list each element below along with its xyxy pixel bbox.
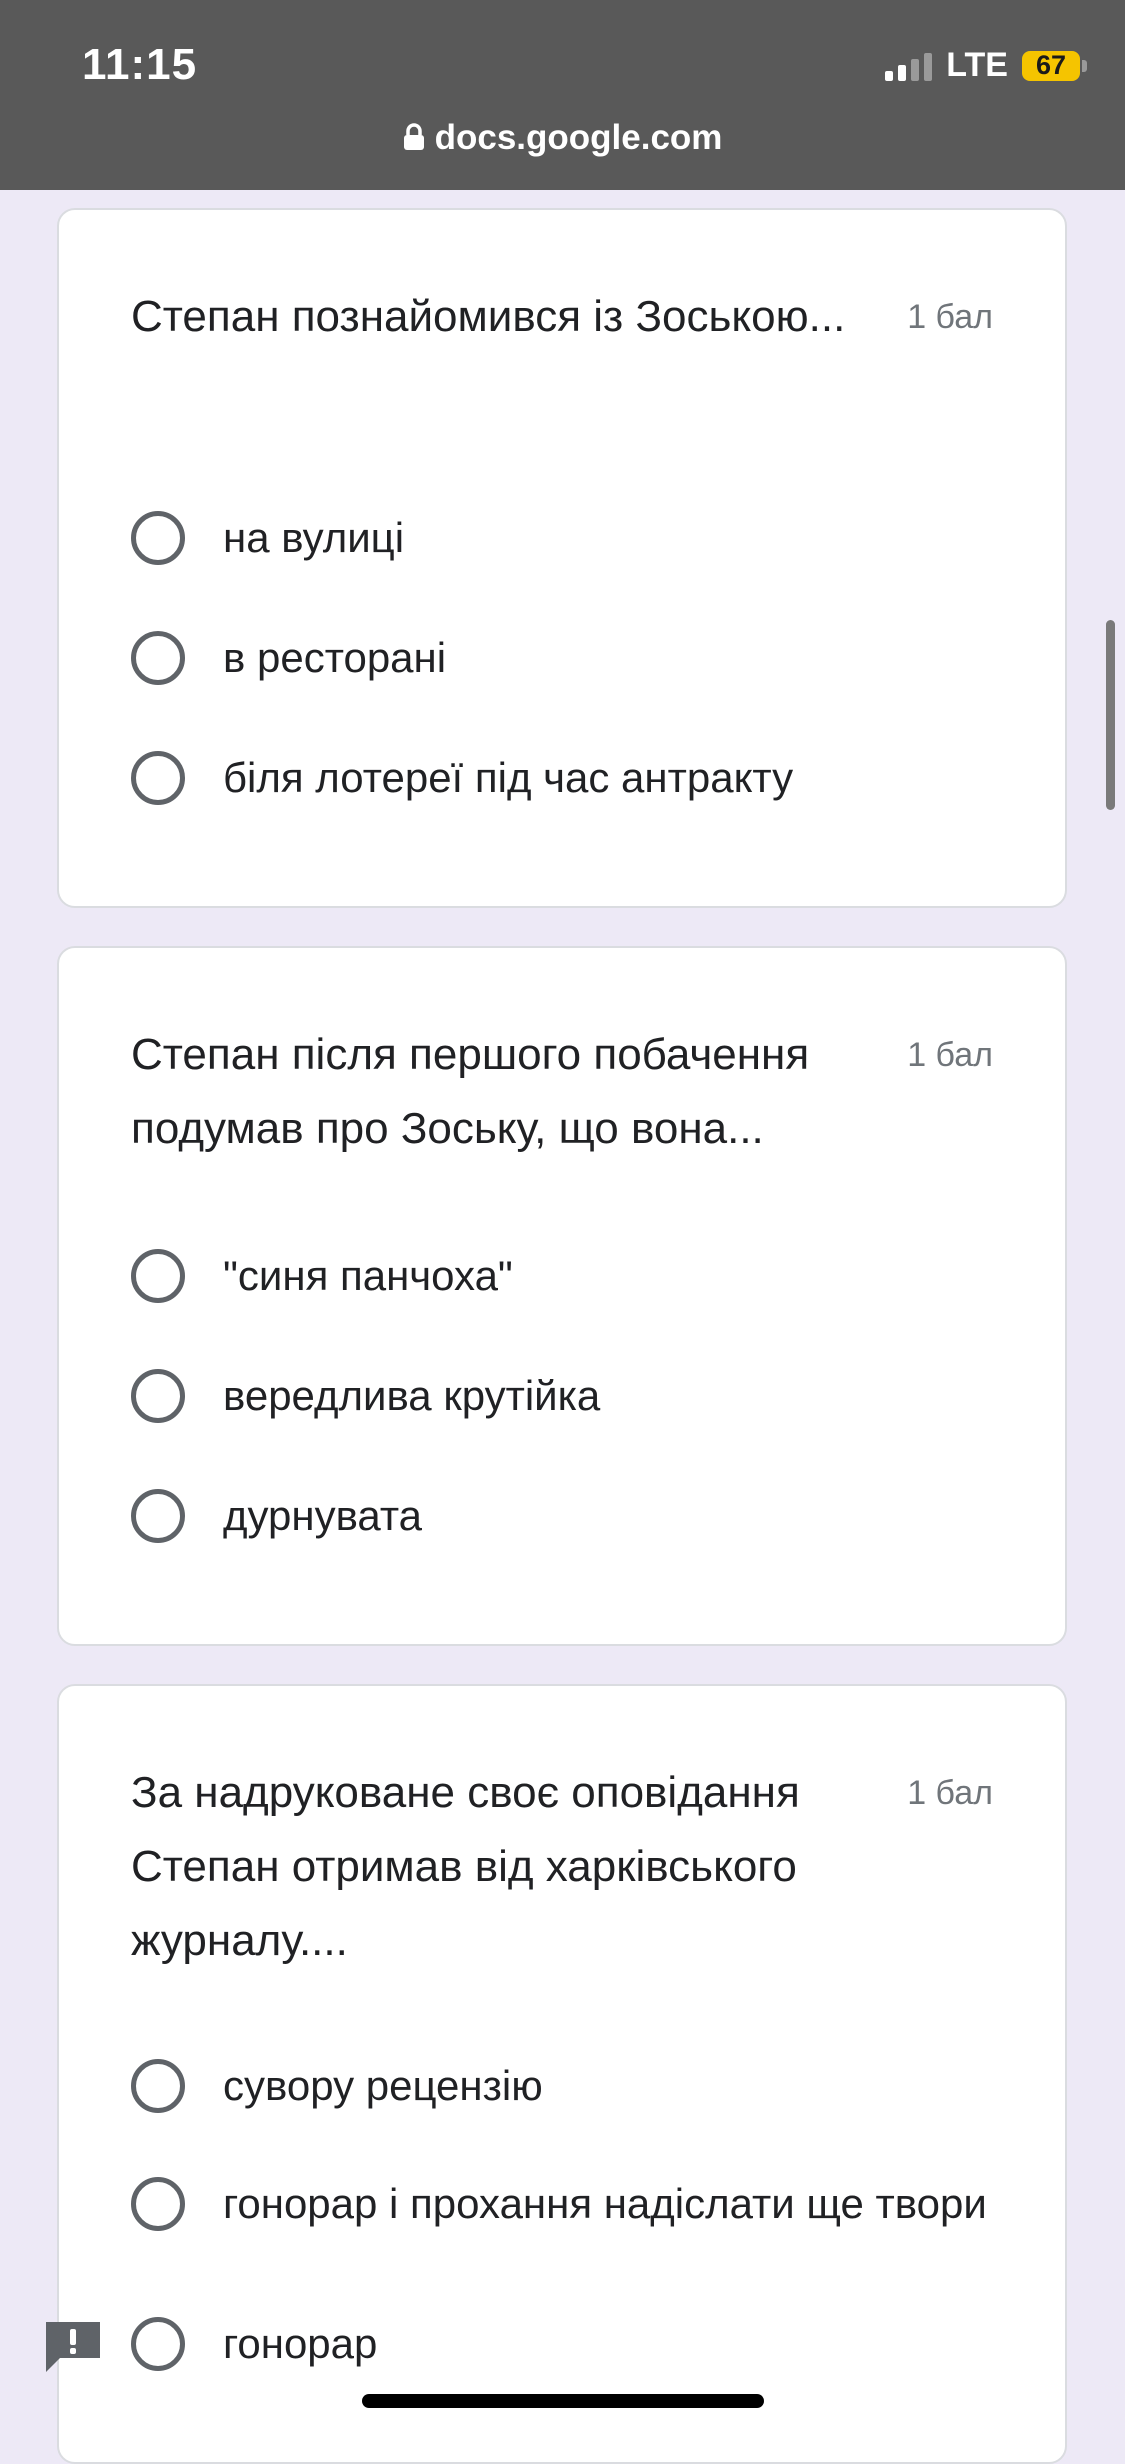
radio-unchecked-icon[interactable] — [131, 1369, 185, 1423]
question-card: Степан познайомився із Зоською... 1 бал … — [57, 208, 1067, 908]
browser-top-bar: 11:15 LTE 67 docs.google.com — [0, 0, 1125, 190]
status-time: 11:15 — [82, 40, 198, 89]
radio-unchecked-icon[interactable] — [131, 751, 185, 805]
answer-option[interactable]: вередлива крутійка — [131, 1366, 991, 1426]
battery-icon: 67 — [1022, 50, 1087, 81]
lock-icon — [403, 120, 425, 160]
radio-unchecked-icon[interactable] — [131, 2059, 185, 2113]
answer-option[interactable]: біля лотереї під час антракту — [131, 748, 991, 808]
network-type: LTE — [946, 46, 1008, 84]
radio-unchecked-icon[interactable] — [131, 1249, 185, 1303]
address-bar[interactable]: docs.google.com — [0, 118, 1125, 160]
radio-unchecked-icon[interactable] — [131, 2177, 185, 2231]
answer-option[interactable]: на вулиці — [131, 508, 991, 568]
answer-option[interactable]: "синя панчоха" — [131, 1246, 991, 1306]
radio-unchecked-icon[interactable] — [131, 1489, 185, 1543]
status-indicators: LTE 67 — [885, 46, 1087, 85]
option-label: гонорар — [223, 2320, 378, 2367]
option-label: сувору рецензію — [223, 2062, 543, 2109]
radio-unchecked-icon[interactable] — [131, 631, 185, 685]
option-label: в ресторані — [223, 634, 447, 681]
question-title: За надруковане своє оповідання Степан от… — [131, 1768, 800, 1965]
answer-option[interactable]: гонорар — [131, 2314, 991, 2374]
radio-unchecked-icon[interactable] — [131, 511, 185, 565]
home-indicator — [362, 2394, 764, 2408]
battery-level: 67 — [1022, 50, 1080, 81]
answer-option[interactable]: гонорар і прохання надіслати ще твори — [131, 2174, 991, 2234]
answer-option[interactable]: дурнувата — [131, 1486, 991, 1546]
scrollbar-thumb[interactable] — [1106, 620, 1115, 810]
question-points: 1 бал — [907, 1036, 993, 1074]
option-label: гонорар і прохання надіслати ще твори — [223, 2180, 987, 2227]
option-label: біля лотереї під час антракту — [223, 754, 794, 801]
cellular-signal-icon — [885, 51, 933, 81]
radio-unchecked-icon[interactable] — [131, 2317, 185, 2371]
question-card: Степан після першого побачення подумав п… — [57, 946, 1067, 1646]
url-text: docs.google.com — [434, 118, 723, 157]
question-title: Степан після першого побачення подумав п… — [131, 1030, 810, 1153]
question-points: 1 бал — [907, 298, 993, 336]
question-card: За надруковане своє оповідання Степан от… — [57, 1684, 1067, 2464]
question-title: Степан познайомився із Зоською... — [131, 292, 846, 341]
report-issue-icon[interactable] — [42, 2318, 104, 2376]
option-label: на вулиці — [223, 514, 405, 561]
option-label: "синя панчоха" — [223, 1252, 513, 1299]
option-label: дурнувата — [223, 1492, 422, 1539]
option-label: вередлива крутійка — [223, 1372, 601, 1419]
answer-option[interactable]: в ресторані — [131, 628, 991, 688]
answer-option[interactable]: сувору рецензію — [131, 2056, 991, 2116]
question-points: 1 бал — [907, 1774, 993, 1812]
